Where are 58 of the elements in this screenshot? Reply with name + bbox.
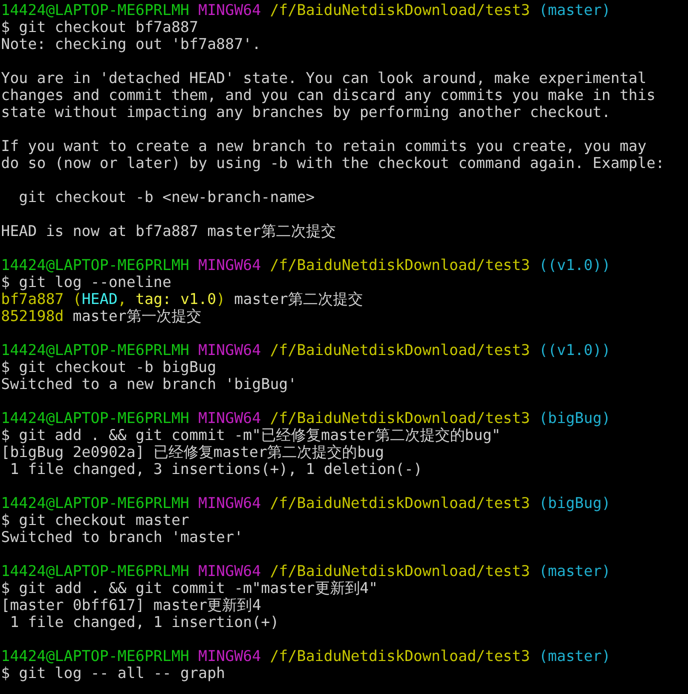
- terminal-text: $ git checkout bf7a887: [1, 18, 198, 36]
- terminal-text: master第二次提交: [234, 290, 363, 308]
- terminal-text: HEAD: [82, 290, 118, 308]
- terminal-text: MINGW64: [198, 1, 261, 19]
- terminal-text: 1 file changed, 1 insertion(+): [8, 613, 279, 631]
- terminal-text: MINGW64: [198, 647, 261, 665]
- terminal-text: (master): [538, 647, 611, 665]
- terminal-text: /f/BaiduNetdiskDownload/test3: [270, 562, 530, 580]
- terminal-text: ((v1.0)): [538, 256, 611, 274]
- terminal-text: MINGW64: [198, 562, 261, 580]
- terminal-text: If you want to create a new branch to retain commits you create, you may: [1, 137, 646, 155]
- terminal-text: 14424@LAPTOP-ME6PRLMH: [1, 1, 190, 19]
- terminal-text: [master 0bff617] master更新到4: [1, 596, 262, 614]
- terminal-text: $ git checkout -b bigBug: [1, 358, 216, 376]
- terminal-text: MINGW64: [198, 494, 261, 512]
- terminal-text: 14424@LAPTOP-ME6PRLMH: [1, 562, 190, 580]
- terminal-text: 14424@LAPTOP-ME6PRLMH: [1, 341, 190, 359]
- terminal-text: ((v1.0)): [538, 341, 611, 359]
- terminal-text: 852198d: [1, 307, 64, 325]
- terminal-text: 14424@LAPTOP-ME6PRLMH: [1, 256, 190, 274]
- terminal-text: $ git add . && git commit -m"master更新到4": [1, 579, 378, 597]
- terminal-text: You are in 'detached HEAD' state. You can look around, make experimental: [1, 69, 646, 87]
- terminal-text: (bigBug): [538, 409, 611, 427]
- terminal-text: do so (now or later) by using -b with the checkout command again. Example:: [1, 154, 664, 172]
- terminal-text: ,: [118, 290, 127, 308]
- terminal-text: (: [72, 290, 82, 308]
- terminal-text: /f/BaiduNetdiskDownload/test3: [270, 647, 530, 665]
- terminal-text: MINGW64: [198, 256, 261, 274]
- terminal-text: /f/BaiduNetdiskDownload/test3: [270, 341, 530, 359]
- terminal-text: 14424@LAPTOP-ME6PRLMH: [1, 409, 190, 427]
- terminal-text: bf7a887: [1, 290, 64, 308]
- terminal-text: changes and commit them, and you can discard any commits you make in this: [1, 86, 656, 104]
- terminal-text: /f/BaiduNetdiskDownload/test3: [270, 256, 530, 274]
- terminal-text: 14424@LAPTOP-ME6PRLMH: [1, 647, 190, 665]
- terminal-text: Switched to a new branch 'bigBug': [1, 375, 297, 393]
- terminal-text: (bigBug): [538, 494, 611, 512]
- terminal-text: $ git log --oneline: [1, 273, 172, 291]
- terminal-text: (master): [538, 562, 611, 580]
- terminal-text: /f/BaiduNetdiskDownload/test3: [270, 1, 530, 19]
- terminal-text: 1 file changed, 3 insertions(+), 1 deletion(-): [10, 460, 422, 478]
- terminal-text: 14424@LAPTOP-ME6PRLMH: [1, 494, 190, 512]
- terminal-text: /f/BaiduNetdiskDownload/test3: [270, 494, 530, 512]
- terminal-text: Switched to branch 'master': [1, 528, 244, 546]
- terminal-text: $ git add . && git commit -m"已经修复master第二次提交的bug": [1, 426, 501, 444]
- terminal-text: tag: v1.0: [136, 290, 216, 308]
- terminal-text: $ git log -- all -- graph: [1, 664, 226, 682]
- terminal-text: state without impacting any branches by performing another checkout.: [1, 103, 611, 121]
- terminal-text: $ git checkout master: [1, 511, 190, 529]
- terminal-text: Note: checking out 'bf7a887'.: [1, 35, 261, 53]
- terminal-text: HEAD is now at bf7a887 master第二次提交: [1, 222, 336, 240]
- terminal-text: master第一次提交: [72, 307, 202, 325]
- terminal-text: (master): [538, 1, 611, 19]
- terminal-text: MINGW64: [198, 409, 261, 427]
- terminal-text: [bigBug 2e0902a] 已经修复master第二次提交的bug: [1, 443, 384, 461]
- terminal-text: ): [216, 290, 226, 308]
- terminal-text: MINGW64: [198, 341, 261, 359]
- terminal-text: git checkout -b <new-branch-name>: [18, 188, 315, 206]
- terminal-text: /f/BaiduNetdiskDownload/test3: [270, 409, 530, 427]
